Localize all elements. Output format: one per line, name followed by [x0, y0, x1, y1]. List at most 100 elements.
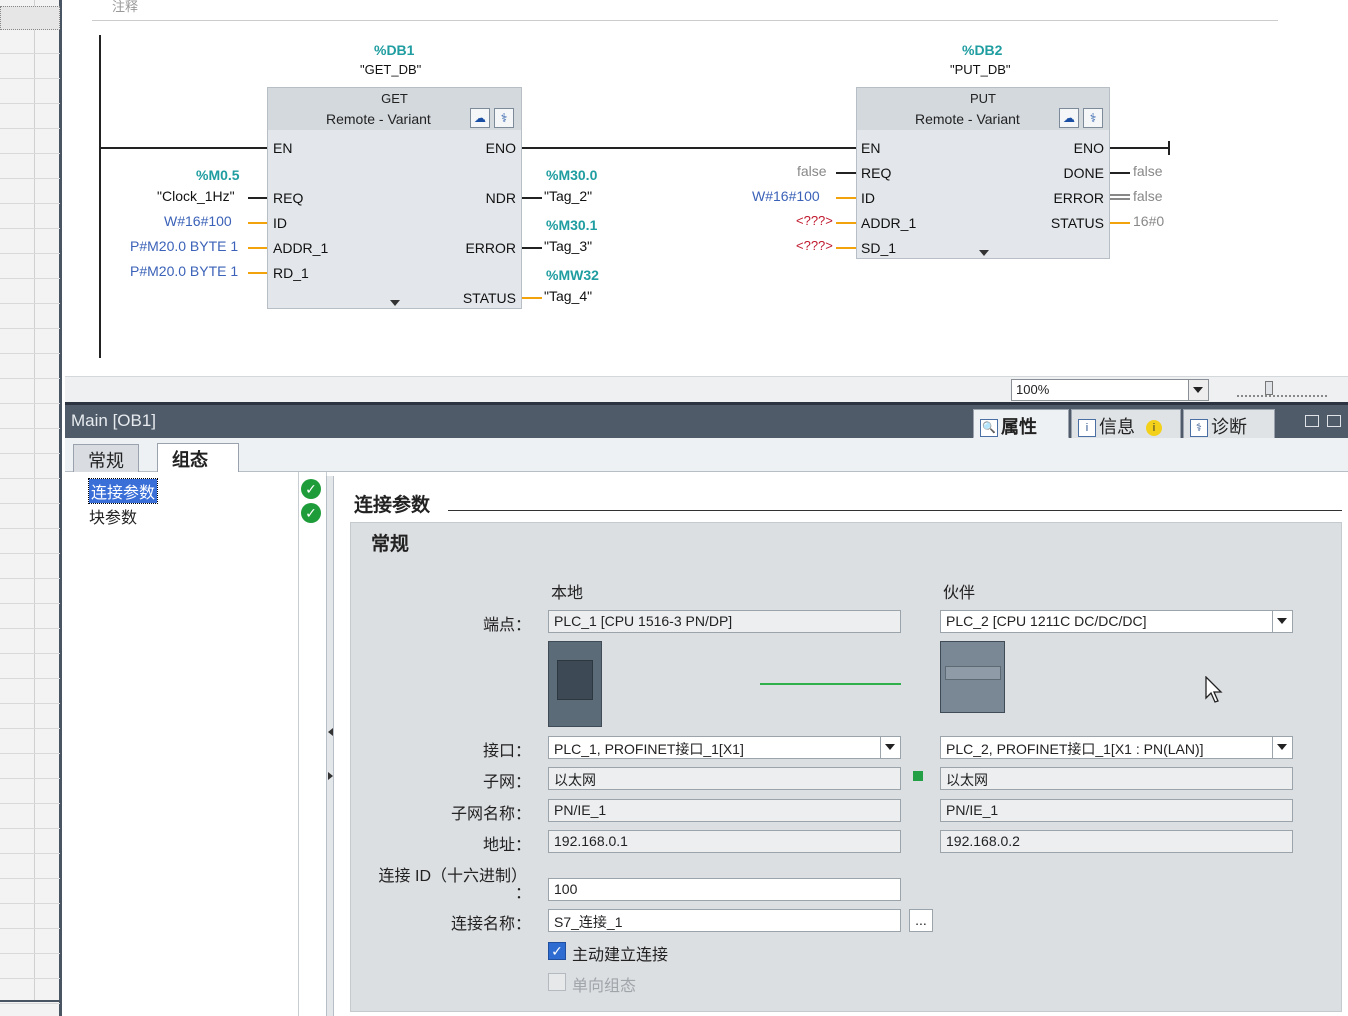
strip-row[interactable]: [0, 105, 60, 129]
active-connect-checkbox[interactable]: ✓: [548, 942, 566, 960]
zoom-slider-thumb[interactable]: [1265, 381, 1273, 395]
strip-row[interactable]: [0, 455, 60, 479]
status-tag[interactable]: "Tag_4": [544, 288, 592, 304]
status-address[interactable]: %MW32: [546, 267, 599, 283]
put-req-value[interactable]: false: [797, 163, 827, 179]
put-error-value[interactable]: false: [1133, 188, 1163, 204]
strip-row[interactable]: [0, 605, 60, 629]
nav-item-block-params[interactable]: 块参数: [89, 504, 137, 528]
strip-row[interactable]: [0, 780, 60, 804]
remote-config-icon[interactable]: ☁: [470, 108, 490, 128]
collapse-left-icon[interactable]: [328, 728, 333, 736]
one-way-checkbox[interactable]: [548, 973, 566, 991]
strip-row[interactable]: [0, 330, 60, 354]
strip-row[interactable]: [0, 805, 60, 829]
expand-arrow-icon[interactable]: [390, 300, 400, 306]
subtab-configuration[interactable]: 组态: [157, 443, 239, 473]
put-addr1-value[interactable]: <???>: [796, 213, 833, 228]
strip-row[interactable]: [0, 280, 60, 304]
strip-row[interactable]: [0, 580, 60, 604]
expand-right-icon[interactable]: [328, 772, 333, 780]
strip-row[interactable]: [0, 255, 60, 279]
partner-interface-dropdown[interactable]: [1272, 737, 1292, 758]
zoom-slider[interactable]: [1237, 385, 1327, 397]
diagnostics-icon[interactable]: ⚕: [1083, 108, 1103, 128]
conn-id-input[interactable]: 100: [548, 878, 901, 901]
strip-row[interactable]: [0, 180, 60, 204]
strip-row[interactable]: [0, 880, 60, 904]
strip-row[interactable]: [0, 380, 60, 404]
strip-row[interactable]: [0, 230, 60, 254]
conn-name-input[interactable]: S7_连接_1: [548, 909, 901, 932]
strip-row[interactable]: [0, 655, 60, 679]
strip-row[interactable]: [0, 305, 60, 329]
strip-row[interactable]: [0, 955, 60, 979]
strip-row[interactable]: [0, 205, 60, 229]
maximize-window-icon[interactable]: [1327, 415, 1341, 427]
nav-item-connection-params[interactable]: 连接参数: [87, 478, 159, 504]
put-id-value[interactable]: W#16#100: [752, 188, 820, 204]
partner-endpoint-dropdown[interactable]: [1272, 611, 1292, 632]
tab-diagnostics[interactable]: ⚕ 诊断: [1183, 409, 1275, 439]
tab-properties[interactable]: 🔍 属性: [973, 409, 1069, 439]
strip-row[interactable]: [0, 6, 60, 30]
strip-row[interactable]: [0, 405, 60, 429]
strip-row[interactable]: [0, 830, 60, 854]
strip-row[interactable]: [0, 505, 60, 529]
strip-row[interactable]: [0, 705, 60, 729]
zoom-select[interactable]: 100%: [1011, 379, 1209, 401]
strip-row[interactable]: [0, 480, 60, 504]
cpu-display: [557, 660, 593, 700]
strip-row[interactable]: [0, 855, 60, 879]
strip-row[interactable]: [0, 55, 60, 79]
panel-splitter[interactable]: [326, 476, 334, 1016]
req-tag[interactable]: "Clock_1Hz": [157, 188, 235, 204]
remote-config-icon[interactable]: ☁: [1059, 108, 1079, 128]
get-addr1-value[interactable]: P#M20.0 BYTE 1: [130, 238, 238, 254]
strip-row[interactable]: [0, 80, 60, 104]
strip-row[interactable]: [0, 355, 60, 379]
get-function-block[interactable]: GET Remote - Variant ☁ ⚕ EN REQ ID ADDR_…: [267, 87, 522, 309]
strip-row[interactable]: [0, 530, 60, 554]
network-comment[interactable]: 注释: [112, 0, 138, 15]
put-db-address[interactable]: %DB2: [962, 42, 1002, 58]
get-id-value[interactable]: W#16#100: [164, 213, 232, 229]
strip-row[interactable]: [0, 30, 60, 54]
tab-info[interactable]: i 信息 i: [1071, 409, 1181, 439]
strip-row[interactable]: [0, 130, 60, 154]
strip-row[interactable]: [0, 430, 60, 454]
get-rd1-value[interactable]: P#M20.0 BYTE 1: [130, 263, 238, 279]
req-address[interactable]: %M0.5: [196, 167, 240, 183]
put-db-name[interactable]: "PUT_DB": [950, 62, 1011, 77]
strip-row[interactable]: [0, 555, 60, 579]
strip-row[interactable]: [0, 930, 60, 954]
put-function-block[interactable]: PUT Remote - Variant ☁ ⚕ EN REQ ID ADDR_…: [856, 87, 1110, 259]
restore-window-icon[interactable]: [1305, 415, 1319, 427]
put-sd1-value[interactable]: <???>: [796, 238, 833, 253]
strip-row[interactable]: [0, 680, 60, 704]
browse-button[interactable]: ...: [909, 909, 933, 932]
local-interface-dropdown[interactable]: [880, 737, 900, 758]
strip-row[interactable]: [0, 630, 60, 654]
put-status-value[interactable]: 16#0: [1133, 213, 1164, 229]
put-req-wire: [836, 172, 856, 174]
error-tag[interactable]: "Tag_3": [544, 238, 592, 254]
ndr-address[interactable]: %M30.0: [546, 167, 597, 183]
expand-arrow-icon[interactable]: [979, 250, 989, 256]
partner-interface-select[interactable]: PLC_2, PROFINET接口_1[X1 : PN(LAN)]: [940, 736, 1293, 759]
error-address[interactable]: %M30.1: [546, 217, 597, 233]
strip-row[interactable]: [0, 155, 60, 179]
put-done-value[interactable]: false: [1133, 163, 1163, 179]
zoom-dropdown-button[interactable]: [1188, 380, 1208, 400]
pin-req: REQ: [861, 165, 892, 181]
diagnostics-icon[interactable]: ⚕: [494, 108, 514, 128]
strip-row[interactable]: [0, 730, 60, 754]
subtab-general[interactable]: 常规: [73, 444, 139, 472]
get-db-address[interactable]: %DB1: [374, 42, 414, 58]
strip-row[interactable]: [0, 905, 60, 929]
ndr-tag[interactable]: "Tag_2": [544, 188, 592, 204]
get-db-name[interactable]: "GET_DB": [360, 62, 421, 77]
strip-row[interactable]: [0, 755, 60, 779]
partner-endpoint-select[interactable]: PLC_2 [CPU 1211C DC/DC/DC]: [940, 610, 1293, 633]
local-interface-select[interactable]: PLC_1, PROFINET接口_1[X1]: [548, 736, 901, 759]
